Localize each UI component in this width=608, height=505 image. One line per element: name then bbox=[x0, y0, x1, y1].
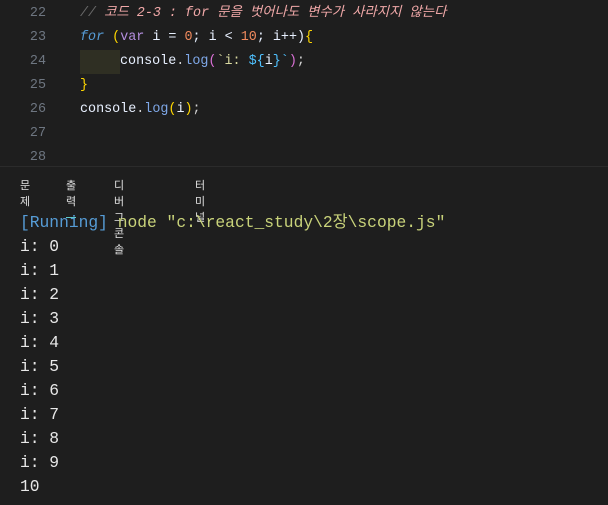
output-line: i: 5 bbox=[20, 357, 60, 376]
output-line: i: 3 bbox=[20, 309, 60, 328]
output-line: i: 2 bbox=[20, 285, 60, 304]
indent-guide bbox=[80, 50, 120, 74]
output-line: i: 8 bbox=[20, 429, 60, 448]
code-line: 25} bbox=[29, 78, 89, 93]
code-editor[interactable]: 22// 코드 2-3 : for 문을 벗어나도 변수가 사라지지 않는다 2… bbox=[0, 0, 608, 166]
output-line: i: 7 bbox=[20, 405, 60, 424]
output-running-line: [Running] node "c:\react_study\2장\scope.… bbox=[20, 213, 446, 232]
code-line: 22// 코드 2-3 : for 문을 벗어나도 변수가 사라지지 않는다 bbox=[29, 6, 447, 21]
code-line: 28 bbox=[29, 150, 46, 165]
code-line: 24 console.log(`i: ${i}`); bbox=[0, 50, 608, 74]
bottom-panel: 문제 출력 디버그 콘솔 터미널 [Running] node "c:\reac… bbox=[0, 166, 608, 505]
output-log[interactable]: [Running] node "c:\react_study\2장\scope.… bbox=[20, 211, 445, 499]
code-line: 26 console.log(i); bbox=[29, 102, 201, 117]
code-line: 27 bbox=[29, 126, 46, 141]
output-line: i: 9 bbox=[20, 453, 60, 472]
output-line: i: 0 bbox=[20, 237, 60, 256]
output-line: i: 6 bbox=[20, 381, 60, 400]
output-line: i: 4 bbox=[20, 333, 60, 352]
output-line: 10 bbox=[20, 477, 40, 496]
tab-problems[interactable]: 문제 bbox=[20, 177, 30, 209]
code-line: 23 for (var i = 0; i < 10; i++){ bbox=[29, 30, 314, 45]
output-line: i: 1 bbox=[20, 261, 60, 280]
